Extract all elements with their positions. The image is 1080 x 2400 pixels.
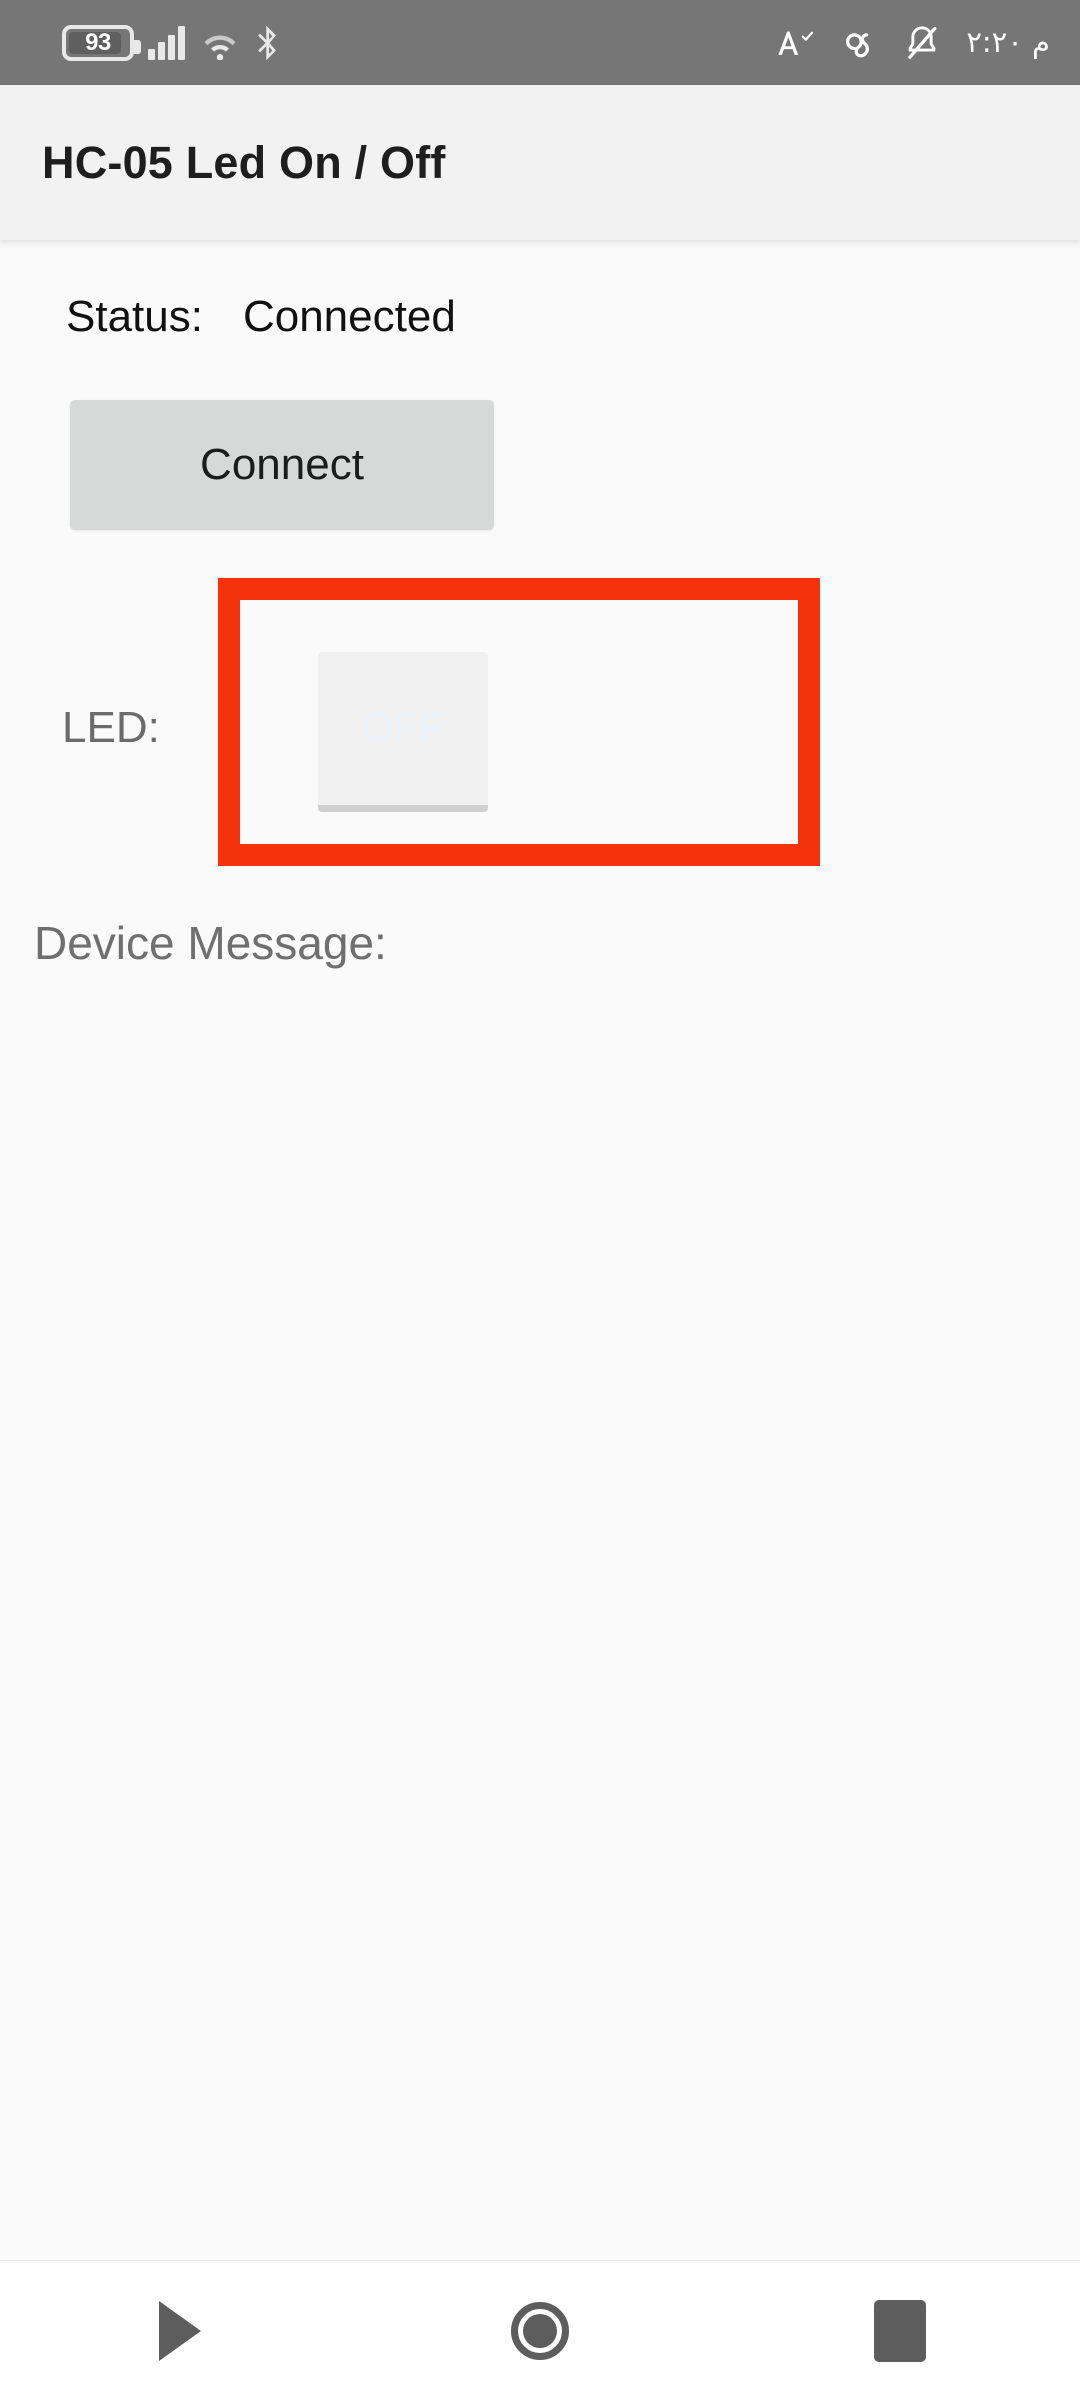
navigation-bar [0, 2260, 1080, 2400]
led-label: LED: [62, 703, 160, 752]
connect-button[interactable]: Connect [70, 400, 494, 530]
led-toggle-button[interactable]: OFF [318, 652, 488, 812]
status-label: Status: [66, 292, 203, 341]
bluetooth-icon [258, 25, 276, 60]
main-content: Status: Connected Connect LED: OFF Devic… [0, 240, 1080, 2260]
led-row: LED: OFF [0, 578, 1080, 878]
bell-muted-icon [908, 25, 937, 59]
recents-square-icon [874, 2299, 926, 2362]
led-highlight-box: OFF [218, 578, 820, 866]
nav-home-button[interactable] [360, 2261, 720, 2400]
battery-level-text: 93 [85, 28, 111, 56]
signal-icon [148, 25, 185, 60]
back-triangle-icon [159, 2300, 201, 2361]
text-size-icon [778, 30, 814, 55]
status-bar-clock: م ٢:٢٠ [966, 25, 1050, 59]
device-message-label: Device Message: [34, 917, 387, 969]
phone-screen: 93 م ٢:٢٠ HC-05 Led On / Off Status: Con… [0, 0, 1080, 2400]
app-bar: HC-05 Led On / Off [0, 85, 1080, 240]
status-bar: 93 م ٢:٢٠ [0, 0, 1080, 85]
status-value: Connected [242, 292, 456, 341]
wifi-icon [204, 35, 236, 60]
app-title: HC-05 Led On / Off [42, 136, 446, 188]
battery-icon: 93 [62, 24, 141, 61]
status-row: Status: Connected [0, 292, 1080, 382]
home-circle-icon [511, 2301, 569, 2360]
link-icon [846, 32, 870, 57]
status-bar-left-icons: 93 [62, 24, 281, 62]
nav-recents-button[interactable] [720, 2261, 1080, 2400]
led-toggle-label: OFF [361, 706, 445, 750]
status-bar-right-icons: م ٢:٢٠ [776, 24, 1050, 62]
nav-back-button[interactable] [0, 2261, 360, 2400]
